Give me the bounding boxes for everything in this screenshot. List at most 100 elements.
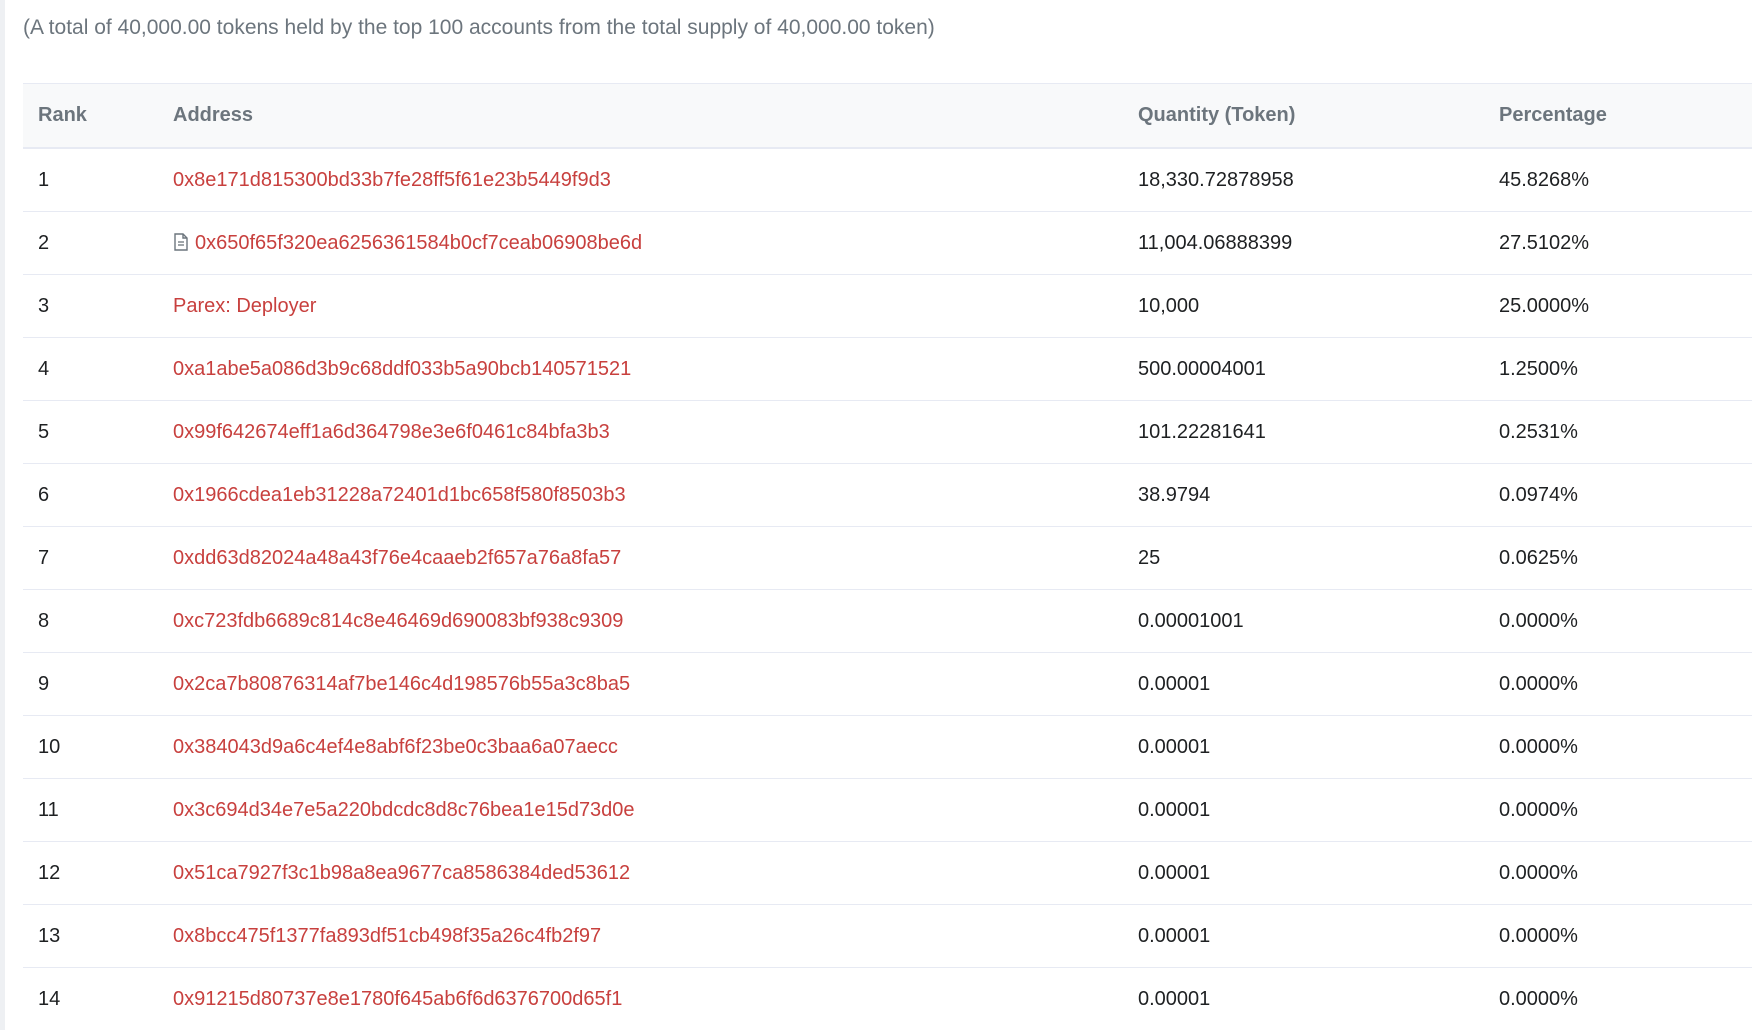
table-row: 10 0x384043d9a6c4ef4e8abf6f23be0c3baa6a0… bbox=[23, 715, 1752, 779]
rank-cell: 6 bbox=[23, 463, 158, 527]
rank-value: 14 bbox=[38, 987, 61, 1010]
table-row: 3 Parex: Deployer 10,000 25.0000% bbox=[23, 274, 1752, 338]
table-row: 11 0x3c694d34e7e5a220bdcdc8d8c76bea1e15d… bbox=[23, 778, 1752, 842]
address-cell: 0x8e171d815300bd33b7fe28ff5f61e23b5449f9… bbox=[158, 148, 1123, 212]
header-rank: Rank bbox=[38, 104, 87, 126]
address-cell: 0x91215d80737e8e1780f645ab6f6d6376700d65… bbox=[158, 967, 1123, 1030]
contract-icon bbox=[173, 232, 189, 251]
address-link[interactable]: 0x91215d80737e8e1780f645ab6f6d6376700d65… bbox=[173, 988, 622, 1010]
quantity-cell: 38.9794 bbox=[1123, 463, 1484, 527]
percentage-cell: 0.0000% bbox=[1484, 589, 1752, 653]
quantity-cell: 0.00001001 bbox=[1123, 589, 1484, 653]
quantity-value: 0.00001 bbox=[1138, 672, 1211, 695]
rank-cell: 9 bbox=[23, 652, 158, 716]
percentage-value: 45.8268% bbox=[1499, 168, 1590, 191]
quantity-cell: 0.00001 bbox=[1123, 778, 1484, 842]
quantity-value: 0.00001001 bbox=[1138, 609, 1244, 632]
header-quantity: Quantity (Token) bbox=[1138, 104, 1296, 126]
rank-value: 11 bbox=[38, 798, 59, 821]
percentage-value: 0.0974% bbox=[1499, 483, 1578, 506]
table-row: 13 0x8bcc475f1377fa893df51cb498f35a26c4f… bbox=[23, 904, 1752, 968]
quantity-cell: 101.22281641 bbox=[1123, 400, 1484, 464]
percentage-value: 0.0000% bbox=[1499, 798, 1578, 821]
quantity-value: 500.00004001 bbox=[1138, 357, 1266, 380]
address-link[interactable]: 0xdd63d82024a48a43f76e4caaeb2f657a76a8fa… bbox=[173, 547, 621, 569]
quantity-cell: 500.00004001 bbox=[1123, 337, 1484, 401]
address-cell: 0xdd63d82024a48a43f76e4caaeb2f657a76a8fa… bbox=[158, 526, 1123, 590]
table-row: 7 0xdd63d82024a48a43f76e4caaeb2f657a76a8… bbox=[23, 526, 1752, 590]
address-cell: 0x2ca7b80876314af7be146c4d198576b55a3c8b… bbox=[158, 652, 1123, 716]
address-link[interactable]: 0x8bcc475f1377fa893df51cb498f35a26c4fb2f… bbox=[173, 925, 601, 947]
table-row: 1 0x8e171d815300bd33b7fe28ff5f61e23b5449… bbox=[23, 148, 1752, 212]
rank-value: 12 bbox=[38, 861, 61, 884]
address-link[interactable]: 0x8e171d815300bd33b7fe28ff5f61e23b5449f9… bbox=[173, 169, 611, 191]
percentage-cell: 0.0000% bbox=[1484, 967, 1752, 1030]
quantity-cell: 11,004.06888399 bbox=[1123, 211, 1484, 275]
percentage-cell: 0.0000% bbox=[1484, 778, 1752, 842]
address-cell: 0x384043d9a6c4ef4e8abf6f23be0c3baa6a07ae… bbox=[158, 715, 1123, 779]
rank-value: 10 bbox=[38, 735, 61, 758]
rank-cell: 5 bbox=[23, 400, 158, 464]
quantity-value: 25 bbox=[1138, 546, 1161, 569]
percentage-value: 1.2500% bbox=[1499, 357, 1578, 380]
rank-value: 9 bbox=[38, 672, 50, 695]
quantity-cell: 0.00001 bbox=[1123, 841, 1484, 905]
quantity-cell: 0.00001 bbox=[1123, 967, 1484, 1030]
rank-value: 1 bbox=[38, 168, 50, 191]
percentage-value: 0.2531% bbox=[1499, 420, 1578, 443]
rank-value: 2 bbox=[38, 231, 50, 254]
address-link[interactable]: 0x51ca7927f3c1b98a8ea9677ca8586384ded536… bbox=[173, 862, 630, 884]
holders-table-header: Rank Address Quantity (Token) Percentage bbox=[23, 83, 1752, 148]
rank-value: 8 bbox=[38, 609, 50, 632]
header-percentage: Percentage bbox=[1499, 104, 1607, 126]
rank-cell: 13 bbox=[23, 904, 158, 968]
rank-cell: 1 bbox=[23, 148, 158, 212]
quantity-value: 18,330.72878958 bbox=[1138, 168, 1294, 191]
rank-cell: 11 bbox=[23, 778, 158, 842]
rank-cell: 14 bbox=[23, 967, 158, 1030]
table-row: 2 0x650f65f320ea6256361584b0cf7ceab06908… bbox=[23, 211, 1752, 275]
address-cell: 0x650f65f320ea6256361584b0cf7ceab06908be… bbox=[158, 211, 1123, 275]
address-link[interactable]: 0x1966cdea1eb31228a72401d1bc658f580f8503… bbox=[173, 484, 626, 506]
address-link[interactable]: 0x99f642674eff1a6d364798e3e6f0461c84bfa3… bbox=[173, 421, 610, 443]
table-row: 12 0x51ca7927f3c1b98a8ea9677ca8586384ded… bbox=[23, 841, 1752, 905]
address-cell: 0x51ca7927f3c1b98a8ea9677ca8586384ded536… bbox=[158, 841, 1123, 905]
percentage-cell: 0.0625% bbox=[1484, 526, 1752, 590]
address-link[interactable]: 0x650f65f320ea6256361584b0cf7ceab06908be… bbox=[195, 232, 642, 254]
rank-value: 3 bbox=[38, 294, 50, 317]
header-row: Rank Address Quantity (Token) Percentage bbox=[23, 83, 1752, 148]
rank-value: 13 bbox=[38, 924, 61, 947]
address-link[interactable]: Parex: Deployer bbox=[173, 295, 316, 317]
percentage-value: 25.0000% bbox=[1499, 294, 1590, 317]
quantity-cell: 0.00001 bbox=[1123, 652, 1484, 716]
address-link[interactable]: 0xa1abe5a086d3b9c68ddf033b5a90bcb1405715… bbox=[173, 358, 631, 380]
header-address: Address bbox=[173, 104, 254, 126]
rank-cell: 3 bbox=[23, 274, 158, 338]
percentage-cell: 0.2531% bbox=[1484, 400, 1752, 464]
holders-table-body: 1 0x8e171d815300bd33b7fe28ff5f61e23b5449… bbox=[23, 148, 1752, 1030]
address-link[interactable]: 0x2ca7b80876314af7be146c4d198576b55a3c8b… bbox=[173, 673, 630, 695]
rank-cell: 4 bbox=[23, 337, 158, 401]
token-holders-page: (A total of 40,000.00 tokens held by the… bbox=[0, 0, 1752, 1030]
percentage-value: 0.0000% bbox=[1499, 861, 1578, 884]
address-link[interactable]: 0x3c694d34e7e5a220bdcdc8d8c76bea1e15d73d… bbox=[173, 799, 635, 821]
percentage-value: 0.0625% bbox=[1499, 546, 1578, 569]
address-link[interactable]: 0xc723fdb6689c814c8e46469d690083bf938c93… bbox=[173, 610, 623, 632]
rank-cell: 8 bbox=[23, 589, 158, 653]
quantity-value: 0.00001 bbox=[1138, 987, 1211, 1010]
percentage-cell: 0.0000% bbox=[1484, 652, 1752, 716]
address-cell: 0xc723fdb6689c814c8e46469d690083bf938c93… bbox=[158, 589, 1123, 653]
holders-table: Rank Address Quantity (Token) Percentage… bbox=[23, 83, 1752, 1030]
table-row: 9 0x2ca7b80876314af7be146c4d198576b55a3c… bbox=[23, 652, 1752, 716]
table-row: 8 0xc723fdb6689c814c8e46469d690083bf938c… bbox=[23, 589, 1752, 653]
percentage-cell: 0.0974% bbox=[1484, 463, 1752, 527]
percentage-cell: 0.0000% bbox=[1484, 841, 1752, 905]
address-cell: 0x3c694d34e7e5a220bdcdc8d8c76bea1e15d73d… bbox=[158, 778, 1123, 842]
address-cell: Parex: Deployer bbox=[158, 274, 1123, 338]
percentage-cell: 45.8268% bbox=[1484, 148, 1752, 212]
percentage-value: 0.0000% bbox=[1499, 987, 1578, 1010]
quantity-cell: 10,000 bbox=[1123, 274, 1484, 338]
percentage-cell: 1.2500% bbox=[1484, 337, 1752, 401]
rank-cell: 2 bbox=[23, 211, 158, 275]
address-link[interactable]: 0x384043d9a6c4ef4e8abf6f23be0c3baa6a07ae… bbox=[173, 736, 618, 758]
